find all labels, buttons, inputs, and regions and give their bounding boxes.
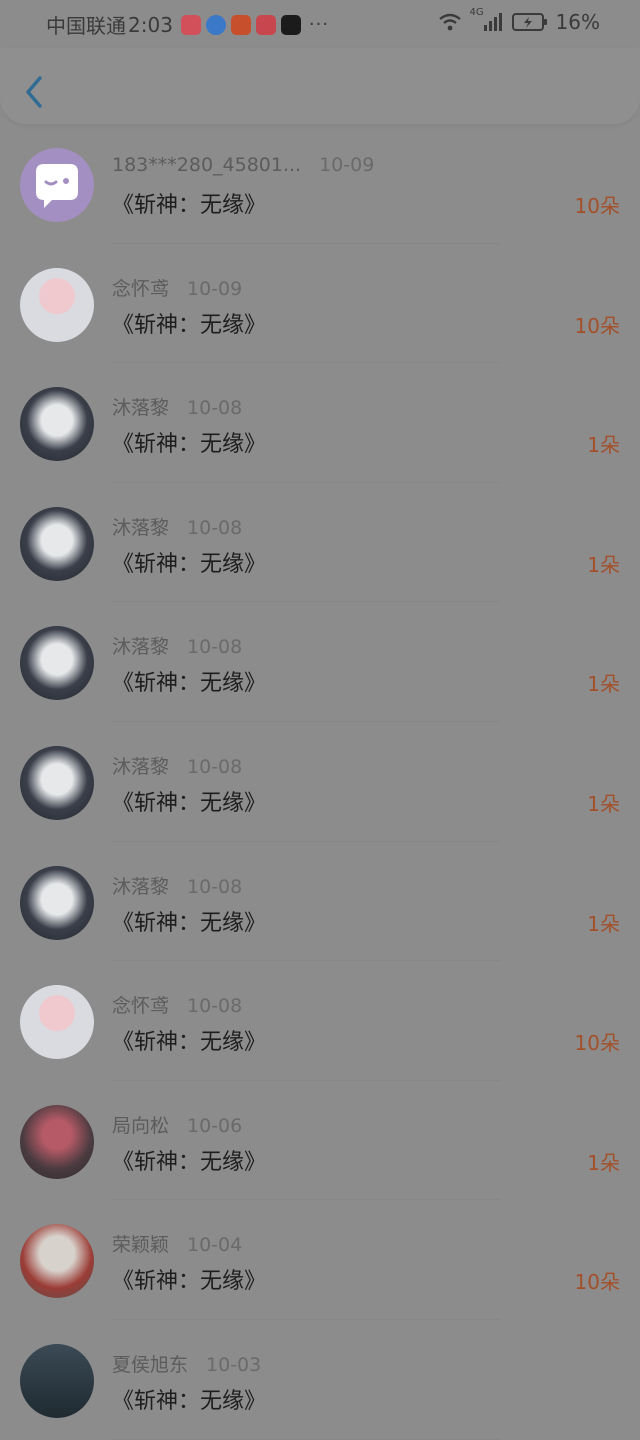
- flower-amount: 1朵: [587, 911, 620, 936]
- record-row[interactable]: 183***280_45801... 10-09 《斩神：无缘》 10朵: [0, 124, 640, 244]
- record-date: 10-08: [187, 636, 243, 659]
- name-line: 念怀鸢 10-08: [112, 991, 242, 1018]
- book-title: 《斩神：无缘》: [112, 1269, 267, 1295]
- record-row[interactable]: 局向松 10-06 《斩神：无缘》 1朵: [0, 1081, 640, 1201]
- signal-icon: 4G: [470, 7, 504, 33]
- record-row[interactable]: 沐落黎 10-08 《斩神：无缘》 1朵: [0, 483, 640, 603]
- status-bar: 中国联通 2:03 ··· 4G 16%: [0, 0, 640, 48]
- flower-amount: 10朵: [574, 1031, 620, 1056]
- avatar[interactable]: [20, 387, 94, 462]
- battery-icon: [511, 13, 547, 31]
- sender-name: 183***280_45801...: [112, 154, 302, 176]
- record-row[interactable]: 荣颖颖 10-04 《斩神：无缘》 10朵: [0, 1200, 640, 1320]
- record-row[interactable]: 念怀鸢 10-09 《斩神：无缘》 10朵: [0, 244, 640, 364]
- name-line: 沐落黎 10-08: [112, 513, 242, 540]
- book-title: 《斩神：无缘》: [112, 790, 267, 816]
- flower-amount: 10朵: [574, 313, 620, 338]
- clock: 2:03: [128, 12, 173, 37]
- record-row[interactable]: 夏侯旭东 10-03 《斩神：无缘》: [0, 1320, 640, 1440]
- more-notifications-icon: ···: [308, 14, 330, 35]
- record-date: 10-08: [187, 397, 243, 420]
- name-line: 沐落黎 10-08: [112, 752, 242, 779]
- book-title: 《斩神：无缘》: [112, 193, 267, 218]
- carrier-label: 中国联通: [46, 14, 126, 38]
- flower-amount: 1朵: [587, 791, 620, 816]
- avatar[interactable]: [20, 1104, 94, 1179]
- sender-name: 荣颖颖: [112, 1234, 170, 1257]
- sender-name: 夏侯旭东: [112, 1353, 189, 1376]
- name-line: 夏侯旭东 10-03: [112, 1350, 261, 1377]
- book-title: 《斩神：无缘》: [112, 312, 267, 338]
- record-date: 10-08: [187, 516, 243, 539]
- record-date: 10-08: [187, 995, 243, 1018]
- sender-name: 念怀鸢: [112, 277, 170, 300]
- book-title: 《斩神：无缘》: [112, 432, 267, 458]
- name-line: 183***280_45801... 10-09: [112, 154, 374, 176]
- record-date: 10-08: [187, 755, 243, 778]
- huawei-mall-icon: [180, 14, 201, 35]
- status-bar-right: 4G 16%: [438, 7, 600, 34]
- top-bar: [0, 48, 640, 124]
- book-title: 《斩神：无缘》: [112, 1030, 267, 1056]
- book-title: 《斩神：无缘》: [112, 671, 267, 697]
- huawei-store-icon: [255, 14, 276, 35]
- sender-name: 沐落黎: [112, 875, 170, 898]
- name-line: 念怀鸢 10-09: [112, 274, 242, 301]
- book-title: 《斩神：无缘》: [112, 910, 267, 936]
- battery-label: 16%: [555, 10, 600, 34]
- record-row[interactable]: 沐落黎 10-08 《斩神：无缘》 1朵: [0, 363, 640, 483]
- flower-amount: 10朵: [574, 1270, 620, 1295]
- flower-amount: 10朵: [574, 194, 620, 218]
- record-row[interactable]: 念怀鸢 10-08 《斩神：无缘》 10朵: [0, 961, 640, 1081]
- record-date: 10-06: [187, 1114, 243, 1137]
- record-date: 10-08: [187, 875, 243, 898]
- record-date: 10-09: [187, 277, 243, 300]
- chat-bubble-icon: [36, 164, 78, 208]
- flower-amount: 1朵: [587, 433, 620, 458]
- book-title: 《斩神：无缘》: [112, 1388, 267, 1414]
- tiktok-icon: [280, 14, 301, 35]
- avatar[interactable]: [20, 745, 94, 820]
- status-bar-left: 中国联通 2:03 ···: [46, 10, 329, 39]
- avatar[interactable]: [20, 865, 94, 940]
- name-line: 局向松 10-06: [112, 1111, 242, 1138]
- avatar[interactable]: [20, 148, 94, 222]
- book-title: 《斩神：无缘》: [112, 551, 267, 577]
- avatar[interactable]: [20, 985, 94, 1060]
- row-divider: [112, 1438, 500, 1440]
- record-row[interactable]: 沐落黎 10-08 《斩神：无缘》 1朵: [0, 722, 640, 842]
- avatar[interactable]: [20, 506, 94, 581]
- avatar[interactable]: [20, 626, 94, 701]
- avatar[interactable]: [20, 1224, 94, 1299]
- flower-amount: 1朵: [587, 552, 620, 577]
- gift-record-list: 183***280_45801... 10-09 《斩神：无缘》 10朵 念怀鸢 1…: [0, 124, 640, 1440]
- name-line: 沐落黎 10-08: [112, 872, 242, 899]
- sender-name: 念怀鸢: [112, 995, 170, 1018]
- avatar[interactable]: [20, 1343, 94, 1418]
- sender-name: 沐落黎: [112, 755, 170, 778]
- name-line: 沐落黎 10-08: [112, 632, 242, 659]
- wifi-icon: [438, 13, 461, 31]
- sender-name: 局向松: [112, 1114, 170, 1137]
- back-button[interactable]: [20, 72, 50, 112]
- record-date: 10-09: [319, 154, 375, 176]
- book-title: 《斩神：无缘》: [112, 1149, 267, 1175]
- avatar[interactable]: [20, 267, 94, 342]
- sender-name: 沐落黎: [112, 636, 170, 659]
- record-date: 10-03: [206, 1353, 262, 1376]
- flower-amount: 1朵: [587, 1150, 620, 1175]
- sender-name: 沐落黎: [112, 397, 170, 420]
- record-row[interactable]: 沐落黎 10-08 《斩神：无缘》 1朵: [0, 602, 640, 722]
- sender-name: 沐落黎: [112, 516, 170, 539]
- record-row[interactable]: 沐落黎 10-08 《斩神：无缘》 1朵: [0, 842, 640, 962]
- name-line: 沐落黎 10-08: [112, 393, 242, 420]
- record-date: 10-04: [187, 1234, 243, 1257]
- browser-icon: [205, 14, 226, 35]
- taobao-icon: [230, 14, 251, 35]
- name-line: 荣颖颖 10-04: [112, 1230, 242, 1257]
- chevron-left-icon: [26, 76, 42, 108]
- flower-amount: 1朵: [587, 672, 620, 697]
